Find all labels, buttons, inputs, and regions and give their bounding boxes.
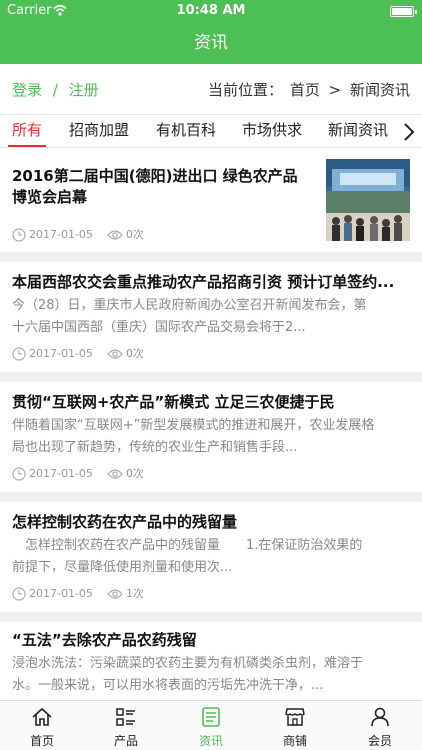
article-views: 1次 — [125, 587, 144, 600]
bottom-tab-bar: 首页 产品 资讯 商铺 会员 — [0, 700, 422, 750]
article-date: 2017-01-05 — [29, 467, 93, 480]
tabbar-member[interactable]: 会员 — [338, 701, 422, 750]
list-icon — [116, 708, 135, 726]
tabbar-news-label: 资讯 — [198, 734, 223, 748]
article-views: 0次 — [125, 228, 144, 241]
list-item[interactable]: “五法”去除农产品农药残留 浸泡水洗法：污染蔬菜的农药主要为有机磷类杀虫剂，难溶… — [0, 622, 422, 700]
eye-icon — [107, 589, 123, 599]
tab-news[interactable]: 新闻资讯 — [328, 115, 388, 147]
home-icon — [32, 707, 52, 726]
eye-icon — [107, 349, 123, 359]
tab-franchise[interactable]: 招商加盟 — [69, 115, 129, 147]
news-icon — [202, 707, 220, 727]
clock-icon — [12, 587, 26, 601]
article-title: 2016第二届中国(德阳)进出口 绿色农产品 博览会启幕 — [12, 167, 298, 206]
tabbar-home-label: 首页 — [29, 734, 54, 748]
article-title: 怎样控制农药在农产品中的残留量 — [12, 513, 238, 531]
shop-icon — [285, 708, 305, 726]
tab-organic-wiki[interactable]: 有机百科 — [156, 115, 216, 147]
article-title: 贯彻“互联网+农产品”新模式 立足三农便捷于民 — [12, 393, 335, 411]
tabbar-shop-label: 商铺 — [282, 734, 307, 748]
breadcrumb-separator: > — [328, 81, 342, 99]
article-title: 本届西部农交会重点推动农产品招商引资 预计订单签约... — [12, 273, 395, 291]
tab-all[interactable]: 所有 — [7, 115, 47, 147]
list-item[interactable]: 2016第二届中国(德阳)进出口 绿色农产品 博览会启幕 2017-01-05 0… — [0, 148, 422, 252]
article-meta: 2017-01-05 0次 — [12, 227, 144, 243]
clock-icon — [12, 347, 26, 361]
user-icon — [371, 707, 389, 727]
clock-icon — [12, 467, 26, 481]
article-meta: 2017-01-05 1次 — [12, 586, 144, 602]
login-link[interactable]: 登录 — [12, 81, 42, 99]
article-summary: 今（28）日，重庆市人民政府新闻办公室召开新闻发布会，第 十六届中国西部（重庆）… — [12, 298, 367, 335]
tabbar-member-label: 会员 — [367, 734, 392, 748]
tabbar-shop[interactable]: 商铺 — [253, 701, 337, 750]
article-date: 2017-01-05 — [29, 228, 93, 241]
breadcrumb-current: 新闻资讯 — [349, 81, 410, 99]
eye-icon — [107, 230, 123, 240]
status-bar: Carrier 10:48 AM — [0, 0, 422, 22]
list-item[interactable]: 贯彻“互联网+农产品”新模式 立足三农便捷于民 伴随着国家“互联网+”新型发展模… — [0, 382, 422, 492]
article-meta: 2017-01-05 0次 — [12, 346, 144, 362]
article-views: 0次 — [125, 347, 144, 360]
article-date: 2017-01-05 — [29, 587, 93, 600]
tab-market[interactable]: 市场供求 — [242, 115, 302, 147]
article-title: “五法”去除农产品农药残留 — [12, 631, 197, 649]
auth-separator: / — [52, 81, 58, 99]
article-summary: 伴随着国家“互联网+”新型发展模式的推进和展开，农业发展格 局也出现了新趋势，传… — [12, 418, 375, 455]
page-title: 资讯 — [0, 22, 422, 64]
position-label: 当前位置： — [208, 81, 284, 99]
chevron-right-icon — [404, 123, 415, 141]
list-item[interactable]: 本届西部农交会重点推动农产品招商引资 预计订单签约... 今（28）日，重庆市人… — [0, 262, 422, 372]
list-item[interactable]: 怎样控制农药在农产品中的残留量 怎样控制农药在农产品中的残留量 1.在保证防治效… — [0, 502, 422, 612]
tabbar-home[interactable]: 首页 — [0, 701, 84, 750]
auth-links: 登录 / 注册 — [12, 79, 99, 100]
article-summary: 浸泡水洗法：污染蔬菜的农药主要为有机磷类杀虫剂，难溶于 水。一般来说，可以用水将… — [12, 656, 364, 693]
register-link[interactable]: 注册 — [69, 81, 99, 99]
tabbar-news[interactable]: 资讯 — [169, 701, 253, 750]
battery-icon — [390, 6, 417, 17]
tabbar-products[interactable]: 产品 — [84, 701, 168, 750]
article-date: 2017-01-05 — [29, 347, 93, 360]
eye-icon — [107, 469, 123, 479]
tabbar-products-label: 产品 — [113, 734, 138, 748]
category-tabs: 所有 招商加盟 有机百科 市场供求 新闻资讯 — [0, 114, 422, 148]
breadcrumb-home[interactable]: 首页 — [290, 81, 320, 99]
clock-icon — [12, 228, 26, 242]
clock-time: 10:48 AM — [176, 3, 246, 18]
breadcrumb: 当前位置： 首页 > 新闻资讯 — [208, 79, 410, 100]
article-summary: 怎样控制农药在农产品中的残留量 1.在保证防治效果的 前提下，尽量降低使用剂量和… — [12, 538, 363, 575]
tabs-scroll-right-button[interactable] — [396, 115, 422, 147]
expo-photo — [326, 159, 410, 241]
location-bar: 登录 / 注册 当前位置： 首页 > 新闻资讯 — [0, 64, 422, 114]
article-meta: 2017-01-05 0次 — [12, 466, 144, 482]
article-views: 0次 — [125, 467, 144, 480]
article-thumbnail — [326, 159, 410, 241]
